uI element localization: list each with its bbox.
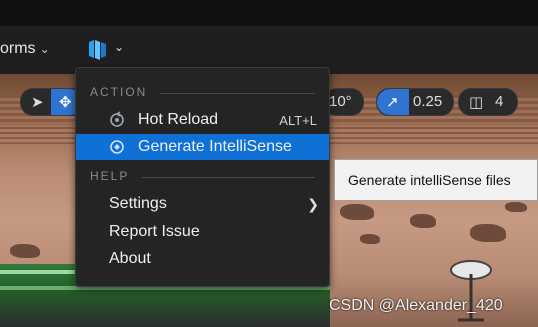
menu-item-generate-intellisense[interactable]: Generate IntelliSense <box>76 134 329 160</box>
menu-item-settings[interactable]: Settings ❯ <box>76 191 329 217</box>
rotation-snap-value: 10° <box>329 93 352 110</box>
menu-item-label: Generate IntelliSense <box>138 138 292 155</box>
chevron-right-icon: ❯ <box>307 196 319 212</box>
camera-speed-control[interactable]: ◫ 4 <box>458 88 518 116</box>
rock <box>10 244 40 258</box>
camera-speed-value: 4 <box>495 93 504 110</box>
menu-item-report-issue[interactable]: Report Issue <box>76 219 329 245</box>
tooltip-text: Generate intelliSense files <box>348 172 511 188</box>
chevron-down-icon: ⌄ <box>114 40 125 54</box>
rock <box>505 202 527 212</box>
rock <box>410 214 436 228</box>
select-arrow-icon[interactable]: ➤ <box>31 93 44 111</box>
menu-item-hot-reload[interactable]: Hot Reload ALT+L <box>76 107 329 133</box>
unreal-visual-studio-icon <box>89 40 106 60</box>
ue-plugin-dropdown-menu: ACTION Hot Reload ALT+L Generate Intelli… <box>75 67 330 287</box>
tooltip: Generate intelliSense files <box>334 159 538 201</box>
menu-item-label: Settings <box>109 195 167 212</box>
scale-snap-value: 0.25 <box>413 93 443 110</box>
generate-intellisense-icon <box>110 140 124 154</box>
divider <box>142 177 315 178</box>
watermark: CSDN @Alexander_420 <box>329 297 503 314</box>
title-strip <box>0 0 538 26</box>
section-title: HELP <box>90 169 130 183</box>
camera-icon: ◫ <box>469 94 484 111</box>
ue-plugin-menu-button[interactable]: ⌄ <box>86 38 134 62</box>
move-icon: ✥ <box>59 94 72 111</box>
menu-item-label: Hot Reload <box>138 111 219 128</box>
rock <box>340 204 374 220</box>
scale-icon: ↗ <box>386 94 399 111</box>
shortcut-label: ALT+L <box>279 113 317 128</box>
hot-reload-icon <box>110 111 124 127</box>
menu-item-about[interactable]: About <box>76 246 329 272</box>
chevron-down-icon: ⌄ <box>39 42 50 56</box>
platforms-menu-button[interactable]: orms ⌄ <box>0 40 50 58</box>
menu-item-label: About <box>109 250 151 267</box>
rock <box>360 234 380 244</box>
section-title: ACTION <box>90 85 148 99</box>
menu-item-label: Report Issue <box>109 223 200 240</box>
scale-snap-toggle[interactable]: ↗ <box>377 89 409 115</box>
rotation-snap-control[interactable]: 10° <box>324 88 364 116</box>
section-header-help: HELP <box>76 166 329 186</box>
scale-snap-control[interactable]: ↗ 0.25 <box>376 88 454 116</box>
section-header-action: ACTION <box>76 82 329 102</box>
rock <box>470 224 506 242</box>
divider <box>160 93 315 94</box>
platforms-label: orms <box>0 40 36 57</box>
